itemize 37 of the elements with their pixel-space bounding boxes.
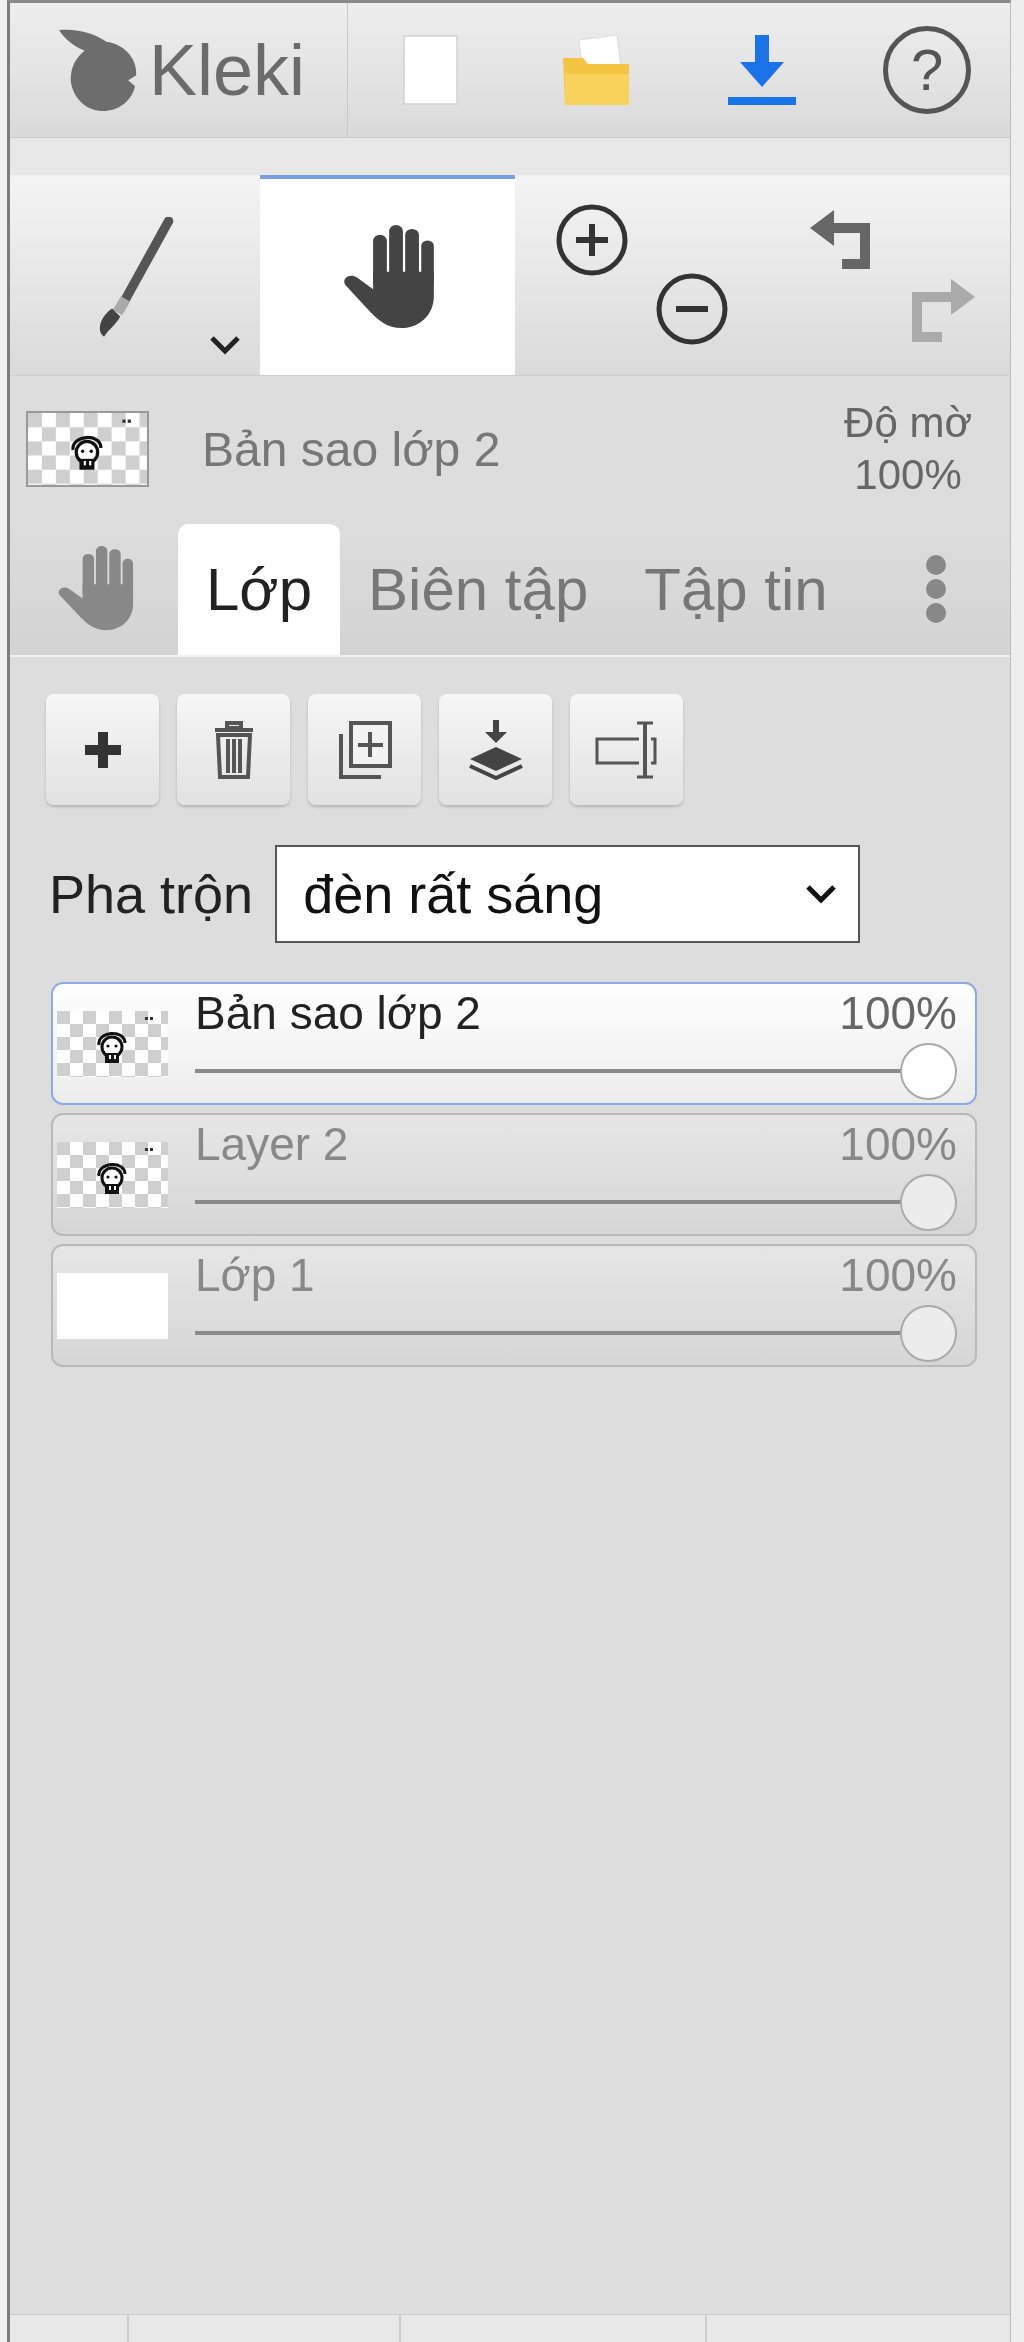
- plus-icon: [82, 729, 123, 770]
- layer-name: Layer 2: [195, 1118, 349, 1170]
- tab[interactable]: Biên tập: [340, 524, 617, 655]
- slider-thumb[interactable]: [900, 1043, 957, 1100]
- add-layer-button[interactable]: [46, 694, 159, 805]
- layer-row[interactable]: Bản sao lớp 2 100%: [51, 982, 977, 1105]
- download-icon[interactable]: [727, 35, 796, 105]
- more-icon[interactable]: [924, 553, 948, 624]
- hand-tool-button[interactable]: [260, 175, 515, 375]
- opacity-value: 100%: [839, 987, 957, 1039]
- delete-layer-button[interactable]: [177, 694, 290, 805]
- blend-mode-select[interactable]: đèn rất sáng: [275, 845, 861, 943]
- chevron-down-icon[interactable]: [208, 334, 242, 357]
- rename-layer-button[interactable]: [570, 694, 683, 805]
- chevron-down-icon: [804, 883, 839, 905]
- zoom-in-icon[interactable]: [556, 204, 628, 276]
- trash-icon: [213, 720, 254, 779]
- opacity-value: 100%: [854, 450, 962, 500]
- zoom-out-icon[interactable]: [656, 273, 728, 345]
- opacity-value: 100%: [839, 1118, 957, 1170]
- hand-icon[interactable]: [56, 546, 134, 631]
- slider-thumb[interactable]: [900, 1174, 957, 1231]
- tab[interactable]: Tập tin: [616, 524, 856, 655]
- layer-name: Bản sao lớp 2: [202, 421, 501, 477]
- opacity-value: 100%: [839, 1249, 957, 1301]
- opacity-label: Độ mờ: [844, 398, 972, 448]
- duplicate-layer-button[interactable]: [308, 694, 421, 805]
- tab[interactable]: Lớp: [178, 524, 341, 655]
- logo-text: Kleki: [149, 29, 306, 111]
- merge-down-icon: [467, 719, 524, 780]
- blend-label: Pha trộn: [49, 863, 254, 925]
- slider-thumb[interactable]: [900, 1305, 957, 1362]
- layer-name: Bản sao lớp 2: [195, 987, 481, 1039]
- duplicate-icon: [336, 719, 393, 780]
- merge-down-button[interactable]: [439, 694, 552, 805]
- layer-name: Lớp 1: [195, 1249, 315, 1301]
- help-button[interactable]: ?: [883, 26, 972, 114]
